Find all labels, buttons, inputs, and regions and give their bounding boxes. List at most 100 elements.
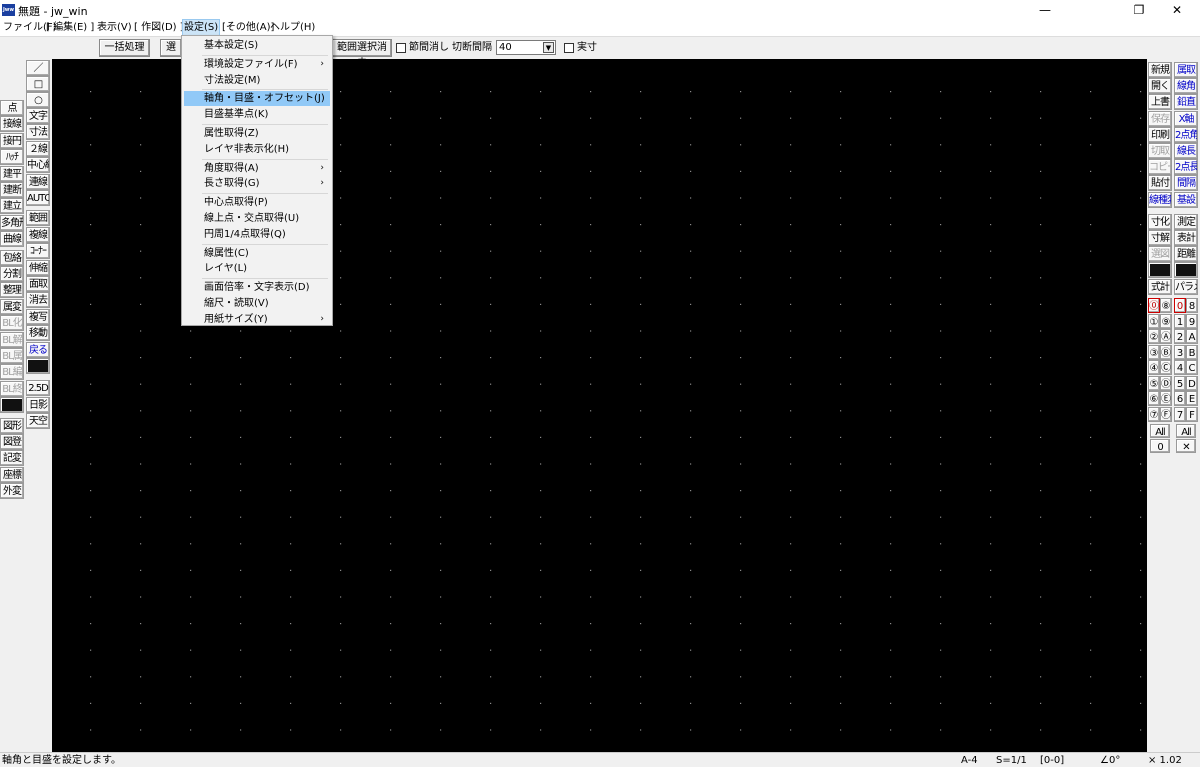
layer-group-zero-button[interactable]: 0 <box>1150 439 1170 453</box>
layer-group-button[interactable]: Ⓕ <box>1160 406 1172 422</box>
tool2-6[interactable]: 範囲 <box>26 210 50 227</box>
tool2-7[interactable]: 複線 <box>26 226 50 243</box>
circle-tool-icon[interactable]: ○ <box>26 92 50 108</box>
left-tool-17[interactable]: BL終 <box>0 380 24 397</box>
right-tool-9[interactable]: 寸化 <box>1148 213 1172 230</box>
layer-group-button[interactable]: ⑥ <box>1148 391 1160 406</box>
layer-group-button[interactable]: ⑨ <box>1160 313 1172 329</box>
right-tool-10[interactable]: 寸解 <box>1148 230 1172 246</box>
layer-group-button[interactable]: Ⓒ <box>1160 360 1172 375</box>
left-tool-8[interactable]: 曲線 <box>0 231 24 248</box>
scale-indicator[interactable]: S=1/1 <box>996 754 1027 767</box>
right-tool-3[interactable]: 保存 <box>1148 110 1172 127</box>
left-tool-1[interactable]: 接線 <box>0 116 24 133</box>
tool2-2[interactable]: ２線 <box>26 140 50 157</box>
menu-item[interactable]: 角度取得(A) › <box>184 161 330 176</box>
menu-help[interactable]: ヘルプ(H) <box>269 20 316 36</box>
tool2-13[interactable]: 移動 <box>26 325 50 342</box>
menu-item[interactable]: 目盛基準点(K) <box>184 107 330 122</box>
menu-item[interactable]: 軸角・目盛・オフセット(J) <box>184 91 330 107</box>
tool2-0[interactable]: 文字 <box>26 108 50 124</box>
partial-select-button[interactable]: 選 <box>160 39 182 57</box>
menu-view[interactable]: 表示(V) <box>96 20 133 36</box>
zoom-indicator[interactable]: × 1.02 <box>1148 754 1182 767</box>
range-select-clear-button[interactable]: 範囲選択消去 <box>332 39 392 69</box>
right-tool-5[interactable]: 切取 <box>1148 143 1172 159</box>
right-tool2-9[interactable]: 測定 <box>1174 213 1198 230</box>
right-tool-0[interactable]: 新規 <box>1148 62 1172 78</box>
right-tool2-11[interactable]: 距離 <box>1174 246 1198 263</box>
left-tool-15[interactable]: BL属 <box>0 348 24 364</box>
right-tool-1[interactable]: 開く <box>1148 78 1172 95</box>
left-tool-2[interactable]: 接円 <box>0 132 24 149</box>
layer-group-button[interactable]: ⑤ <box>1148 375 1160 391</box>
layer-button[interactable]: 0 <box>1174 298 1186 313</box>
layer-group-button[interactable]: ③ <box>1148 344 1160 360</box>
menu-item[interactable]: 中心点取得(P) <box>184 195 330 210</box>
paper-size-indicator[interactable]: A-4 <box>961 754 978 767</box>
layer-button[interactable]: 3 <box>1174 344 1186 360</box>
left-tool-9[interactable]: 包絡 <box>0 249 24 266</box>
minimize-button[interactable]: — <box>1022 0 1068 20</box>
node-clear-checkbox[interactable] <box>396 43 406 53</box>
right-tool-13[interactable]: 式計 <box>1148 278 1172 295</box>
right-tool2-6[interactable]: 2点長 <box>1174 159 1198 176</box>
menu-draw[interactable]: [ 作図(D) ] <box>133 20 185 36</box>
left-tool-23[interactable]: 外変 <box>0 483 24 500</box>
left-tool-21[interactable]: 記変 <box>0 450 24 467</box>
left-tool-14[interactable]: BL解 <box>0 331 24 348</box>
left-tool-22[interactable]: 座標 <box>0 466 24 483</box>
tool2-3[interactable]: 中心線 <box>26 157 50 174</box>
layer-group-button[interactable]: Ⓐ <box>1160 329 1172 344</box>
layer-group-all-button[interactable]: All <box>1150 424 1170 438</box>
menu-other[interactable]: [その他(A)] <box>221 20 275 36</box>
left-tool-12[interactable]: 属変 <box>0 298 24 315</box>
tool2-4[interactable]: 連線 <box>26 173 50 190</box>
left-tool-5[interactable]: 建断 <box>0 182 24 198</box>
right-tool2-1[interactable]: 線角 <box>1174 78 1198 95</box>
layer-group-button[interactable]: ④ <box>1148 360 1160 375</box>
layer-button[interactable]: 2 <box>1174 329 1186 344</box>
layer-group-button[interactable]: Ⓔ <box>1160 391 1172 406</box>
layer-cross-button[interactable]: ✕ <box>1176 439 1196 453</box>
layer-group-button[interactable]: ⓪ <box>1148 298 1160 313</box>
right-tool-6[interactable]: コピー <box>1148 159 1172 176</box>
menu-item[interactable]: 長さ取得(G) › <box>184 176 330 191</box>
menu-item[interactable]: 寸法設定(M) <box>184 73 330 88</box>
tool2-11[interactable]: 消去 <box>26 292 50 309</box>
tool2-18[interactable]: 天空 <box>26 413 50 430</box>
layer-button[interactable]: B <box>1186 344 1198 360</box>
line-tool-icon[interactable]: ／ <box>26 60 50 76</box>
menu-item[interactable]: 画面倍率・文字表示(D) <box>184 280 330 295</box>
cut-interval-combo[interactable]: 40 ▼ <box>496 40 556 55</box>
layer-button[interactable]: 4 <box>1174 360 1186 375</box>
left-tool-13[interactable]: BL化 <box>0 315 24 332</box>
tool2-17[interactable]: 日影 <box>26 396 50 413</box>
layer-group-button[interactable]: ② <box>1148 329 1160 344</box>
right-tool2-10[interactable]: 表計 <box>1174 230 1198 246</box>
tool2-10[interactable]: 面取 <box>26 276 50 292</box>
right-tool2-0[interactable]: 属取 <box>1174 62 1198 78</box>
layer-button[interactable]: 5 <box>1174 375 1186 391</box>
tool2-16[interactable]: 2.5D <box>26 380 50 397</box>
right-tool-7[interactable]: 貼付 <box>1148 175 1172 192</box>
menu-item[interactable]: 属性取得(Z) <box>184 126 330 141</box>
close-button[interactable]: ✕ <box>1154 0 1200 20</box>
right-tool2-4[interactable]: 2点角 <box>1174 126 1198 143</box>
layer-button[interactable]: 6 <box>1174 391 1186 406</box>
right-tool-8[interactable]: 線種変更 <box>1148 191 1172 208</box>
right-tool-11[interactable]: 選図 <box>1148 246 1172 263</box>
left-tool-4[interactable]: 建平 <box>0 165 24 182</box>
layer-group-button[interactable]: ⑦ <box>1148 406 1160 422</box>
right-tool-2[interactable]: 上書 <box>1148 94 1172 111</box>
menu-item[interactable]: 線属性(C) <box>184 246 330 261</box>
batch-process-button[interactable]: 一括処理 <box>99 39 150 57</box>
menu-item[interactable]: 縮尺・読取(V) <box>184 296 330 311</box>
layer-button[interactable]: 7 <box>1174 406 1186 422</box>
menu-item[interactable]: 線上点・交点取得(U) <box>184 211 330 226</box>
layer-button[interactable]: 1 <box>1174 313 1186 329</box>
layer-group-button[interactable]: Ⓓ <box>1160 375 1172 391</box>
layer-button[interactable]: F <box>1186 406 1198 422</box>
menu-settings[interactable]: 設定(S) <box>181 19 221 37</box>
left-tool-6[interactable]: 建立 <box>0 198 24 215</box>
